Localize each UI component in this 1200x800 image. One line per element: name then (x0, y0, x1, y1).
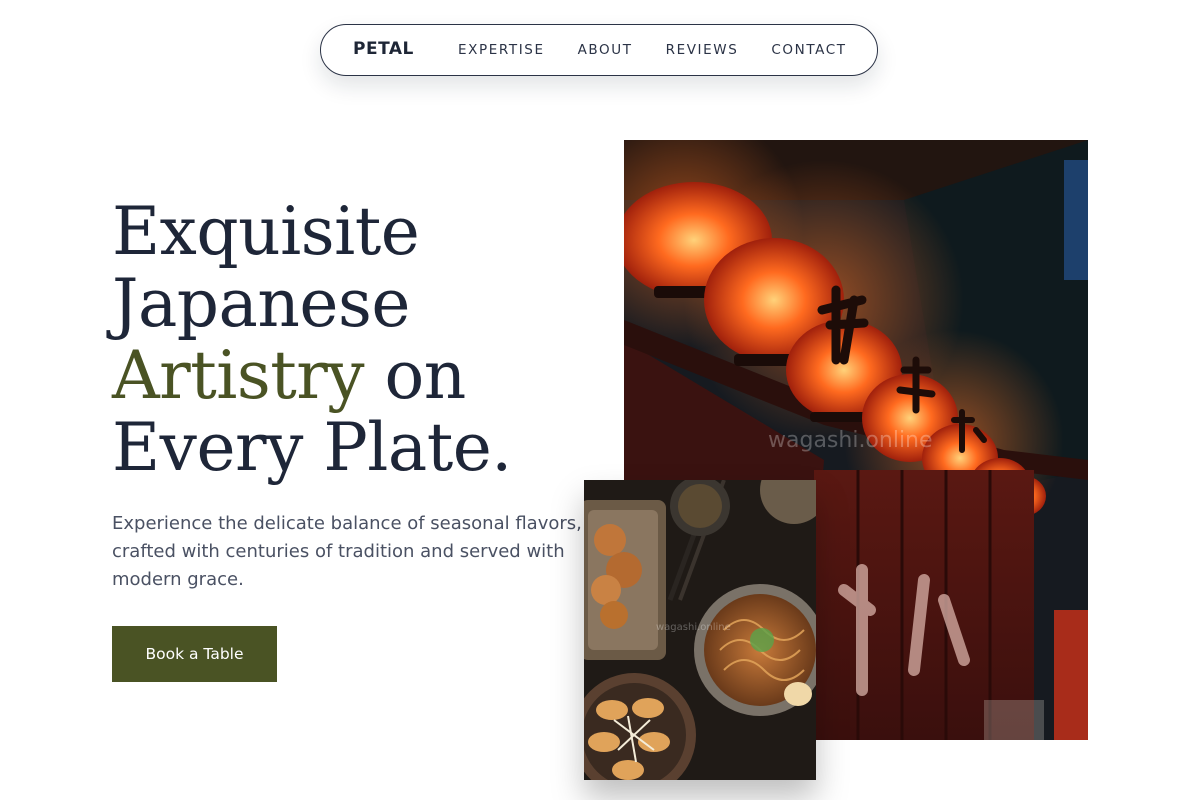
hero-subtext: Experience the delicate balance of seaso… (112, 513, 582, 590)
headline-line-3: Artistry on (112, 340, 512, 412)
book-table-button[interactable]: Book a Table (112, 626, 277, 682)
hero-headline: Exquisite Japanese Artistry on Every Pla… (112, 196, 512, 484)
landing-page: PETAL EXPERTISE ABOUT REVIEWS CONTACT Ex… (0, 0, 1200, 800)
brand-logo[interactable]: PETAL (353, 39, 414, 59)
headline-accent-word: Artistry (112, 337, 365, 414)
nav-link-expertise[interactable]: EXPERTISE (458, 42, 545, 58)
nav-link-reviews[interactable]: REVIEWS (666, 42, 739, 58)
nav-link-contact[interactable]: CONTACT (771, 42, 846, 58)
food-spread-photo: wagashi.online (584, 480, 816, 780)
headline-line-3-rest: on (364, 337, 467, 414)
headline-line-4: Every Plate. (112, 409, 512, 486)
headline-line-2: Japanese (112, 265, 410, 342)
headline-line-1: Exquisite (112, 193, 420, 270)
top-navigation: PETAL EXPERTISE ABOUT REVIEWS CONTACT (320, 24, 878, 76)
watermark-text: wagashi.online (768, 428, 933, 453)
watermark-small-text: wagashi.online (656, 622, 731, 633)
nav-link-about[interactable]: ABOUT (578, 42, 633, 58)
nav-links: EXPERTISE ABOUT REVIEWS CONTACT (458, 42, 847, 58)
